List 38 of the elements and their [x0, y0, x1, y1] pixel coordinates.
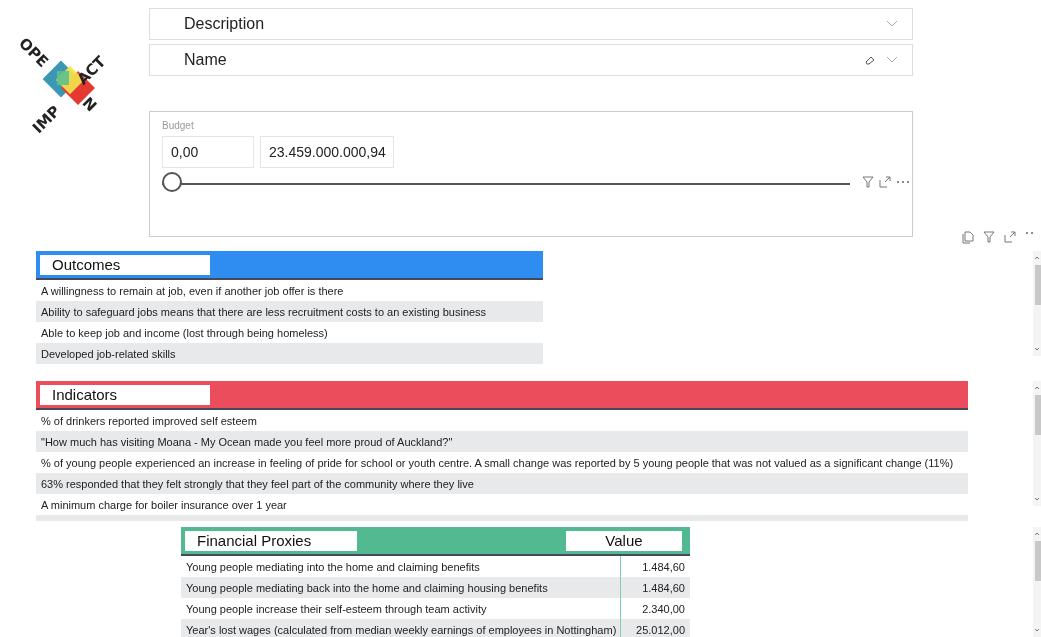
eraser-icon[interactable]	[864, 55, 876, 65]
table-cell-text: Able to keep job and income (lost through being homeless)	[40, 326, 329, 339]
table-cell-text: % of young people experienced an increase in feeling of pride for school or youth centre. A small change was reported by 5 young people that was not valued as a significant change (11%)	[40, 456, 955, 469]
table-cell-text: 63% responded that they felt strongly that they feel part of the community where they live	[40, 477, 475, 490]
filter-dropdown[interactable]: Description	[149, 8, 913, 40]
max-input[interactable]: 23.459.000.000,94	[260, 136, 394, 168]
table-cell-text: Young people mediating into the home and claiming benefits	[185, 560, 481, 573]
chevron-down-icon[interactable]	[886, 56, 898, 64]
more-icon[interactable]	[896, 180, 910, 184]
column-header: Indicators	[40, 384, 210, 405]
scrollbar[interactable]	[1033, 527, 1041, 637]
slider-thumb[interactable]	[162, 172, 182, 192]
table-cell-text: Ability to safeguard jobs means that there are less recruitment costs to an existing business	[40, 305, 488, 318]
column-header: Outcomes	[40, 254, 210, 275]
logo-text: N	[78, 93, 101, 116]
scrollbar[interactable]	[1033, 251, 1041, 356]
table-cell-text: Young people mediating back into the home and claiming housing benefits	[185, 581, 549, 594]
column-header: Financial Proxies	[185, 530, 357, 551]
expand-icon[interactable]	[879, 176, 891, 188]
column-header: Value	[566, 530, 682, 551]
copy-icon[interactable]	[962, 231, 974, 244]
more-icon[interactable]	[1025, 231, 1035, 235]
scrollbar[interactable]	[1033, 381, 1041, 506]
slicer-title: Budget	[162, 120, 195, 131]
value-cell: 25.012,00	[620, 619, 690, 637]
filter-icon[interactable]	[862, 176, 874, 188]
table-cell-text: Young people increase their self-esteem through team activity	[185, 602, 488, 615]
table-cell-text: A minimum charge for boiler insurance over 1 year	[40, 498, 288, 511]
table-cell-text: A willingness to remain at job, even if another job offer is there	[40, 284, 345, 297]
table-cell-text: % of drinkers reported improved self esteem	[40, 414, 258, 427]
filter-icon[interactable]	[983, 231, 995, 243]
min-input[interactable]: 0,00	[162, 136, 254, 168]
chevron-down-icon[interactable]	[886, 20, 898, 28]
table-cell-text: "How much has visiting Moana - My Ocean made you feel more proud of Auckland?"	[40, 435, 454, 448]
table-cell-text: Developed job-related skills	[40, 347, 177, 360]
table-cell-text: Year's lost wages (calculated from median weekly earnings of employees in Nottingham)	[185, 623, 618, 636]
expand-icon[interactable]	[1004, 231, 1016, 243]
filter-dropdown[interactable]: Name	[149, 44, 913, 76]
